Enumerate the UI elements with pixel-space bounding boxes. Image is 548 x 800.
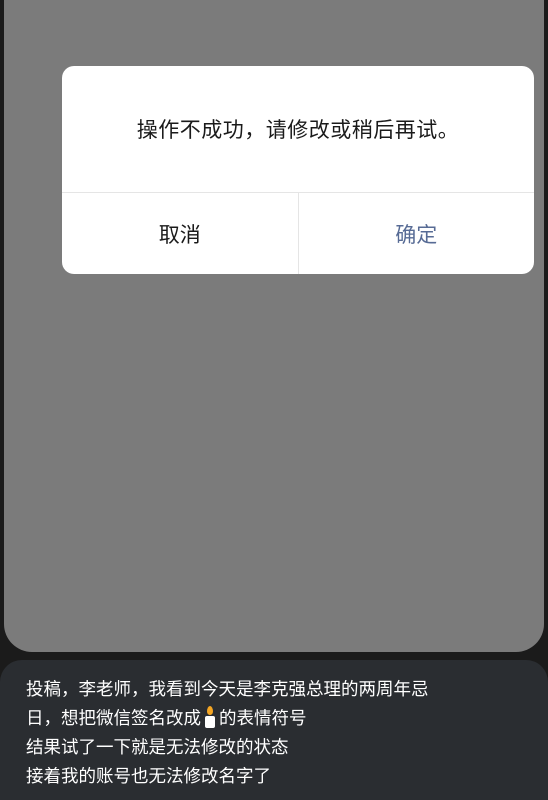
caption-line-2-start: 日，想把微信签名改成 <box>26 709 201 729</box>
alert-dialog: 操作不成功，请修改或稍后再试。 取消 确定 <box>62 66 534 274</box>
candle-body <box>205 716 215 728</box>
dialog-button-row: 取消 确定 <box>62 193 534 274</box>
caption-line-2: 日，想把微信签名改成 的表情符号 <box>26 705 531 734</box>
caption-line-2-end: 的表情符号 <box>219 709 307 729</box>
caption-line-3: 结果试了一下就是无法修改的状态 <box>26 738 289 758</box>
dialog-message: 操作不成功，请修改或稍后再试。 <box>136 118 460 142</box>
caption-panel: 投稿，李老师，我看到今天是李克强总理的两周年忌 日，想把微信签名改成 的表情符号 … <box>0 660 548 800</box>
caption-line-1: 投稿，李老师，我看到今天是李克强总理的两周年忌 <box>26 680 429 700</box>
candle-icon <box>204 706 216 728</box>
cancel-button[interactable]: 取消 <box>62 193 299 274</box>
confirm-button[interactable]: 确定 <box>299 193 535 274</box>
caption-text: 投稿，李老师，我看到今天是李克强总理的两周年忌 日，想把微信签名改成 的表情符号 … <box>26 676 531 792</box>
caption-line-4: 接着我的账号也无法修改名字了 <box>26 767 271 787</box>
screen: 操作不成功，请修改或稍后再试。 取消 确定 投稿，李老师，我看到今天是李克强总理… <box>0 0 548 800</box>
candle-flame <box>207 706 213 715</box>
